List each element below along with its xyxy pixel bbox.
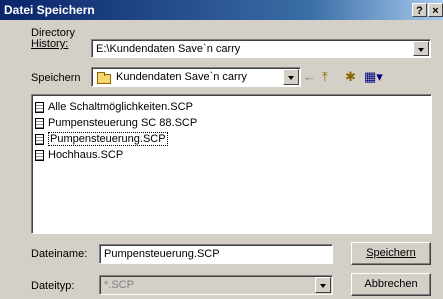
new-folder-icon[interactable]: ✱ [345, 70, 356, 84]
cancel-button[interactable]: Abbrechen [351, 273, 431, 296]
save-button[interactable]: Speichern [351, 242, 431, 265]
dialog-title: Datei Speichern [4, 3, 95, 17]
title-bar[interactable]: Datei Speichern ? × [0, 0, 443, 20]
save-in-value: Kundendaten Save`n carry [116, 71, 247, 83]
back-arrow-icon[interactable]: ← [303, 70, 316, 84]
save-in-label: Speichern [31, 72, 81, 84]
file-icon [35, 149, 44, 161]
folder-icon [97, 72, 111, 84]
list-item[interactable]: Alle Schaltmöglichkeiten.SCP [35, 101, 193, 115]
view-menu-icon[interactable]: ▦▾ [364, 70, 383, 84]
list-item[interactable]: Hochhaus.SCP [35, 149, 123, 163]
filename-label: Dateiname: [31, 248, 88, 260]
chevron-down-icon[interactable] [283, 69, 299, 85]
up-folder-icon[interactable]: ⤒ [322, 70, 328, 84]
history-label-line2: History: [31, 38, 69, 50]
filename-input[interactable]: Pumpensteuerung.SCP [99, 244, 333, 264]
history-value: E:\Kundendaten Save`n carry [96, 43, 241, 55]
chevron-down-icon[interactable] [413, 41, 429, 56]
list-item[interactable]: Pumpensteuerung SC 88.SCP [35, 117, 197, 131]
chevron-down-icon[interactable] [315, 277, 331, 293]
close-button[interactable]: × [428, 3, 443, 17]
history-dropdown[interactable]: E:\Kundendaten Save`n carry [91, 39, 431, 58]
file-icon [35, 117, 44, 129]
filetype-value: *.SCP [104, 279, 134, 291]
save-dialog: Datei Speichern ? × Directory History: E… [0, 0, 443, 299]
save-in-dropdown[interactable]: Kundendaten Save`n carry [91, 67, 301, 87]
file-list[interactable]: Alle Schaltmöglichkeiten.SCP Pumpensteue… [31, 94, 432, 234]
filetype-label: Dateityp: [31, 280, 75, 292]
list-item[interactable]: Pumpensteuerung.SCP [35, 132, 168, 147]
filename-value: Pumpensteuerung.SCP [104, 248, 220, 260]
file-icon [35, 101, 44, 113]
file-icon [35, 133, 44, 145]
filetype-dropdown[interactable]: *.SCP [99, 275, 333, 295]
help-button[interactable]: ? [412, 3, 427, 17]
